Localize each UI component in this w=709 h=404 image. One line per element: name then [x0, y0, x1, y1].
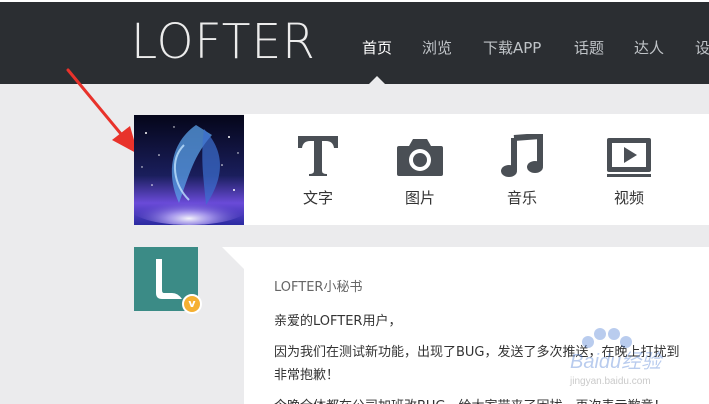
avatar-image: [134, 115, 244, 225]
user-avatar[interactable]: [134, 115, 244, 225]
watermark-brand: Baidu经验: [570, 351, 664, 373]
post-card-notch: [222, 247, 244, 269]
lofter-logo[interactable]: LOFTER: [131, 14, 316, 70]
publish-photo-button[interactable]: 图片: [380, 114, 460, 225]
publish-text-label: 文字: [302, 189, 333, 207]
text-icon: [298, 136, 338, 176]
publish-text-button[interactable]: 文字: [278, 114, 358, 225]
post-text-line: 今晚全体都在公司加班改BUG，给大家带来了困扰，再次表示歉意！: [274, 395, 667, 404]
baidu-jingyan-watermark: Baidu经验 jingyan.baidu.com: [569, 328, 664, 387]
post-text-line: 非常抱歉！: [274, 368, 340, 383]
camera-icon: [397, 139, 443, 176]
nav-settings[interactable]: 设: [695, 37, 709, 58]
nav-experts[interactable]: 达人: [634, 37, 664, 58]
publish-photo-label: 图片: [404, 189, 435, 207]
publish-video-button[interactable]: 视频: [589, 114, 669, 225]
publish-video-label: 视频: [613, 189, 644, 207]
nav-home[interactable]: 首页: [362, 37, 392, 58]
video-icon: [607, 138, 651, 177]
post-text-line: 亲爱的LOFTER用户，: [274, 314, 402, 329]
nav-download-app[interactable]: 下载APP: [483, 37, 541, 58]
post-author-name[interactable]: LOFTER小秘书: [274, 276, 362, 295]
publish-music-button[interactable]: 音乐: [482, 114, 562, 225]
verified-badge: v: [182, 294, 202, 314]
music-icon: [501, 134, 543, 177]
nav-browse[interactable]: 浏览: [422, 37, 452, 58]
publish-music-label: 音乐: [506, 189, 537, 207]
active-nav-caret: [369, 76, 385, 84]
watermark-url: jingyan.baidu.com: [569, 376, 651, 387]
nav-topics[interactable]: 话题: [574, 37, 604, 58]
